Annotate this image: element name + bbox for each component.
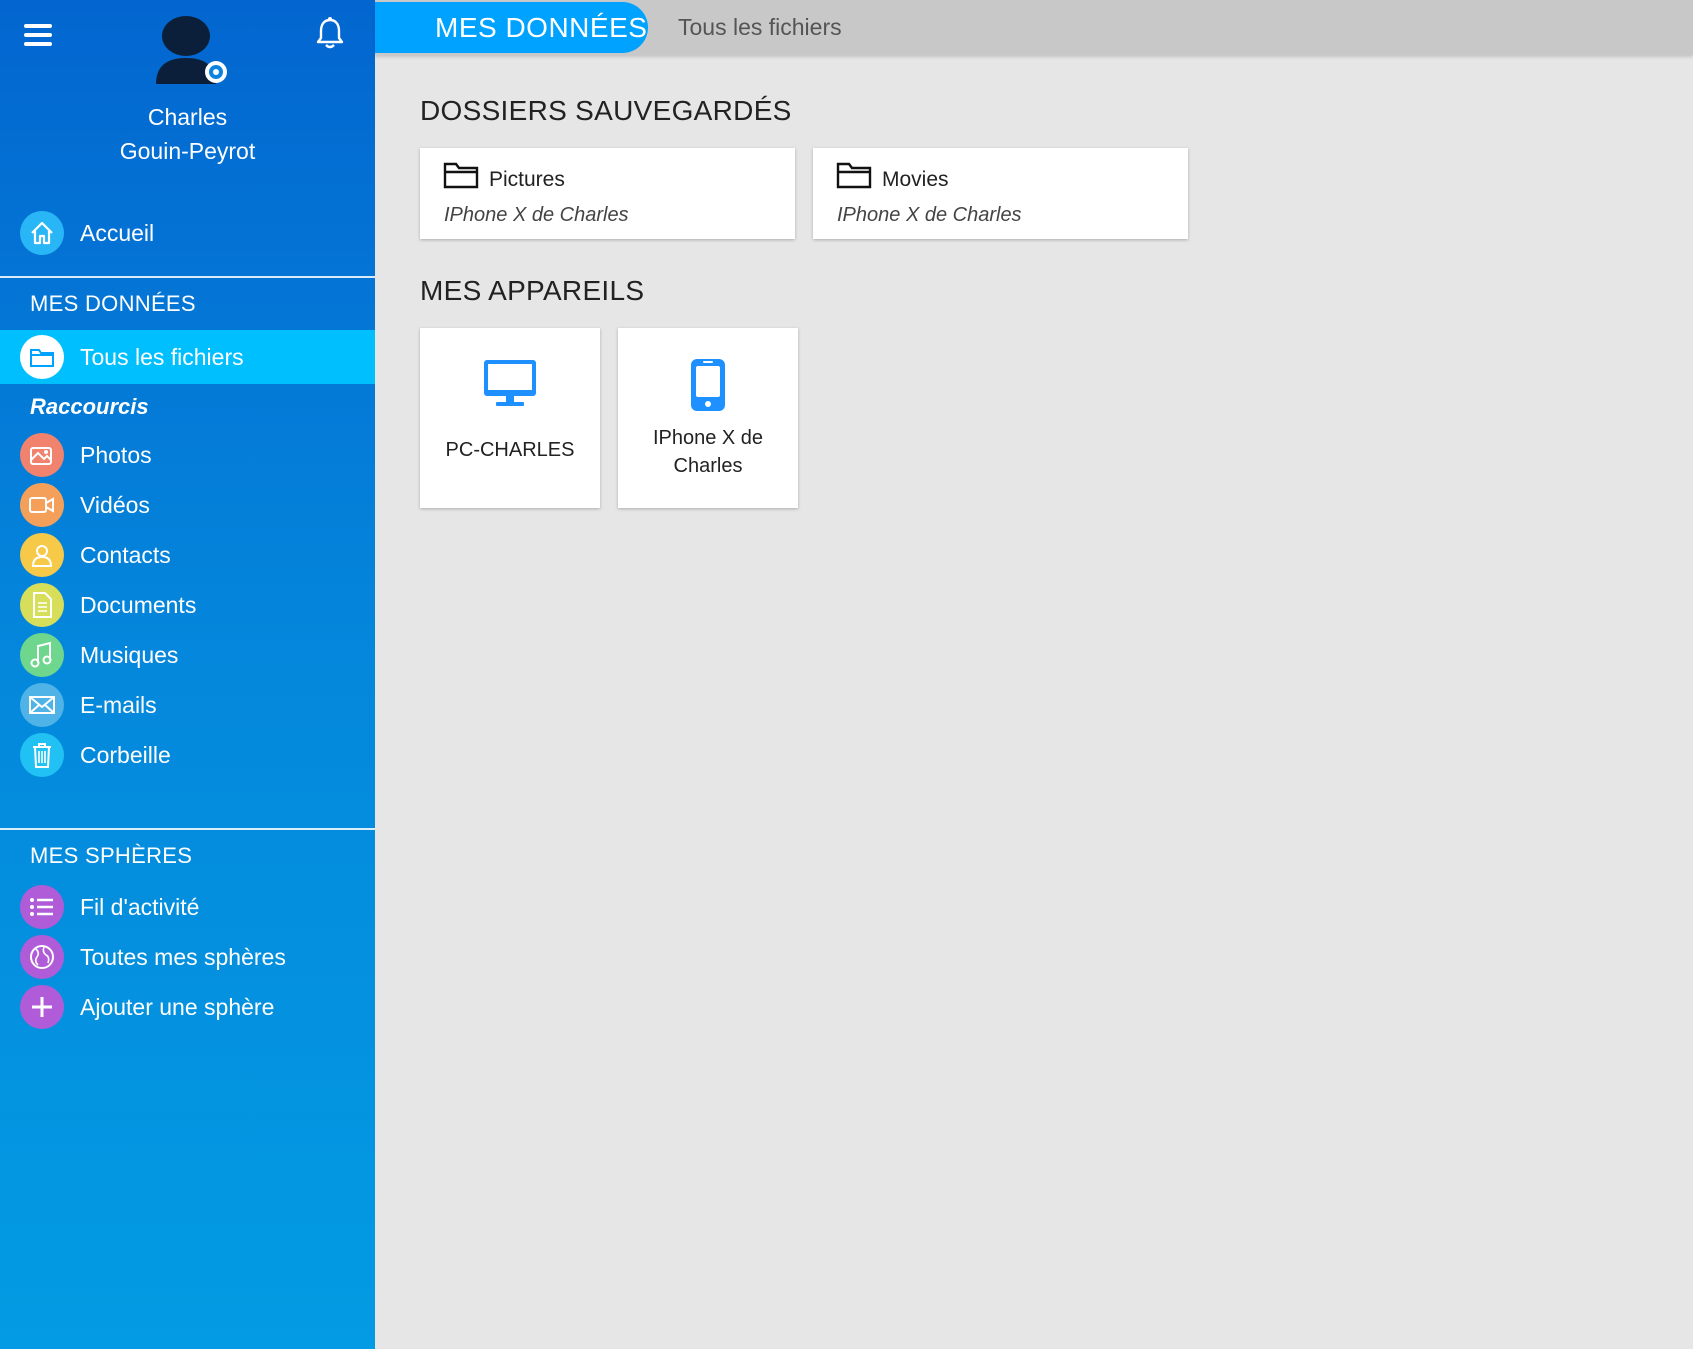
sidebar-item-tous-les-fichiers[interactable]: Tous les fichiers xyxy=(0,330,375,384)
section-title: MES DONNÉES xyxy=(30,291,196,316)
avatar[interactable] xyxy=(150,14,230,90)
tab-mes-donnees[interactable]: MES DONNÉES xyxy=(375,2,648,53)
folder-card-movies[interactable]: Movies IPhone X de Charles xyxy=(813,148,1188,239)
video-icon xyxy=(20,483,64,527)
device-name: PC-CHARLES xyxy=(445,439,575,461)
folder-card-pictures[interactable]: Pictures IPhone X de Charles xyxy=(420,148,795,239)
device-name: IPhone X de Charles xyxy=(618,424,798,480)
desktop-icon xyxy=(484,360,536,406)
shortcuts-title: Raccourcis xyxy=(30,394,149,419)
trash-icon xyxy=(20,733,64,777)
menu-icon[interactable] xyxy=(24,24,52,46)
sidebar-item-label: E-mails xyxy=(80,691,157,718)
sidebar-item-musiques[interactable]: Musiques xyxy=(0,630,375,680)
folder-icon xyxy=(443,162,479,189)
sidebar-item-ajouter-une-sphere[interactable]: Ajouter une sphère xyxy=(0,982,375,1032)
sidebar-header: Charles Gouin-Peyrot Accueil xyxy=(0,0,375,278)
top-bar: MES DONNÉES Tous les fichiers xyxy=(375,0,1693,55)
image-icon xyxy=(20,433,64,477)
device-name-line1: IPhone X de xyxy=(652,427,764,449)
sidebar: Charles Gouin-Peyrot Accueil MES DONNÉES… xyxy=(0,0,375,1349)
user-first-name: Charles xyxy=(147,104,228,130)
section-title: MES SPHÈRES xyxy=(30,843,193,868)
home-icon xyxy=(20,211,64,255)
sidebar-item-accueil[interactable]: Accueil xyxy=(0,206,375,260)
sidebar-item-label: Documents xyxy=(80,591,197,618)
sidebar-item-label: Toutes mes sphères xyxy=(80,943,286,970)
user-name[interactable]: Charles Gouin-Peyrot xyxy=(0,100,375,168)
devices-title: MES APPAREILS xyxy=(420,275,645,306)
plus-icon xyxy=(20,985,64,1029)
sidebar-item-label: Contacts xyxy=(80,541,171,568)
folder-icon xyxy=(20,335,64,379)
user-icon xyxy=(20,533,64,577)
sidebar-item-label: Photos xyxy=(80,441,152,468)
section-mes-spheres: MES SPHÈRES Fil d'activité Toutes mes sp… xyxy=(0,830,375,1032)
sidebar-item-label: Ajouter une sphère xyxy=(80,993,275,1020)
sidebar-item-corbeille[interactable]: Corbeille xyxy=(0,730,375,780)
sidebar-item-photos[interactable]: Photos xyxy=(0,430,375,480)
device-card-iphone-x[interactable]: IPhone X de Charles xyxy=(618,328,798,508)
bell-icon[interactable] xyxy=(314,16,346,50)
sidebar-item-contacts[interactable]: Contacts xyxy=(0,530,375,580)
sidebar-item-label: Tous les fichiers xyxy=(80,343,244,370)
sidebar-item-label: Vidéos xyxy=(80,491,150,518)
device-name-line2: Charles xyxy=(673,455,743,477)
sidebar-item-toutes-mes-spheres[interactable]: Toutes mes sphères xyxy=(0,932,375,982)
music-icon xyxy=(20,633,64,677)
folder-device: IPhone X de Charles xyxy=(837,204,1022,226)
folder-icon xyxy=(836,162,872,189)
section-mes-donnees: MES DONNÉES Tous les fichiers Raccourcis… xyxy=(0,278,375,830)
globe-icon xyxy=(20,935,64,979)
list-icon xyxy=(20,885,64,929)
sidebar-item-fil-activite[interactable]: Fil d'activité xyxy=(0,882,375,932)
sidebar-item-emails[interactable]: E-mails xyxy=(0,680,375,730)
smartphone-icon xyxy=(691,359,725,411)
sidebar-item-documents[interactable]: Documents xyxy=(0,580,375,630)
saved-folders-title: DOSSIERS SAUVEGARDÉS xyxy=(420,95,792,126)
user-last-name: Gouin-Peyrot xyxy=(119,138,256,164)
sidebar-item-label: Accueil xyxy=(80,219,155,246)
folder-device: IPhone X de Charles xyxy=(444,204,629,226)
sidebar-item-videos[interactable]: Vidéos xyxy=(0,480,375,530)
mail-icon xyxy=(20,683,64,727)
document-icon xyxy=(20,583,64,627)
breadcrumb[interactable]: Tous les fichiers xyxy=(678,0,842,55)
folder-name: Pictures xyxy=(489,168,565,191)
sidebar-item-label: Fil d'activité xyxy=(80,893,200,920)
sidebar-item-label: Corbeille xyxy=(80,741,171,768)
folder-name: Movies xyxy=(882,168,949,191)
device-card-pc-charles[interactable]: PC-CHARLES xyxy=(420,328,600,508)
sidebar-item-label: Musiques xyxy=(80,641,179,668)
